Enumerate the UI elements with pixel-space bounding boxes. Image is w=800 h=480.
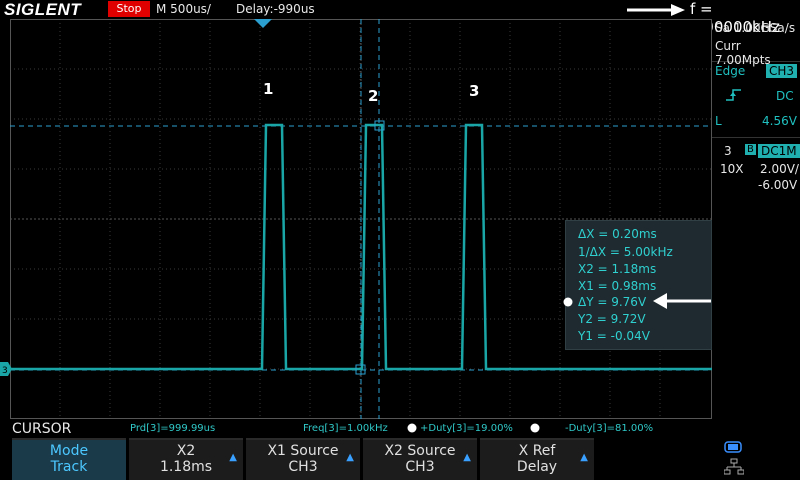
positive-duty-measurement: +Duty[3]=19.00% — [420, 423, 513, 434]
y1-value: Y1 = -0.04V — [578, 329, 650, 343]
dot-bullet-icon — [407, 423, 417, 433]
pulse-marker-3: 3 — [469, 82, 480, 100]
softkey-x2[interactable]: X2 1.18ms ▲ — [129, 438, 243, 480]
frequency-measurement: Freq[3]=1.00kHz — [303, 423, 388, 434]
trigger-panel[interactable]: Edge CH3 DC L 4.56V — [712, 62, 800, 138]
softkey-x-ref-label: X Ref — [518, 443, 556, 459]
network-icon — [724, 458, 744, 475]
run-state-badge[interactable]: Stop — [108, 1, 150, 17]
acquisition-panel[interactable]: Sa 1.00GSa/s Curr 7.00Mpts — [712, 19, 800, 67]
y2-value: Y2 = 9.72V — [578, 312, 646, 326]
probe-attenuation: 10X — [720, 162, 744, 176]
knob-arrow-icon: ▲ — [463, 452, 471, 463]
channel-number: 3 — [724, 144, 732, 158]
arrow-left-icon — [653, 293, 711, 309]
trigger-level-value: 4.56V — [762, 114, 797, 128]
negative-duty-measurement: -Duty[3]=81.00% — [565, 423, 654, 434]
softkey-x2-label: X2 — [176, 443, 196, 459]
x2-value: X2 = 1.18ms — [578, 262, 657, 276]
bandwidth-limit-icon: B — [745, 144, 756, 155]
inverse-delta-x: 1/ΔX = 5.00kHz — [578, 245, 673, 259]
arrow-right-icon — [627, 4, 685, 16]
knob-arrow-icon: ▲ — [580, 452, 588, 463]
softkey-mode[interactable]: Mode Track — [12, 438, 126, 480]
timebase-readout[interactable]: M 500us/ — [156, 2, 211, 16]
dot-marker-icon — [563, 297, 573, 307]
channel-coupling: DC1M — [758, 144, 800, 158]
trigger-source: CH3 — [766, 64, 798, 78]
rising-edge-icon — [726, 89, 741, 101]
softkey-mode-label: Mode — [49, 443, 89, 459]
usb-icon — [724, 441, 742, 453]
cursor-readout-box: ΔX = 0.20ms 1/ΔX = 5.00kHz X2 = 1.18ms X… — [565, 220, 712, 350]
menu-title: CURSOR — [12, 421, 72, 437]
softkey-x1-source-label: X1 Source — [267, 443, 339, 459]
pulse-marker-2: 2 — [368, 87, 379, 105]
waveform-display[interactable] — [10, 19, 712, 419]
softkey-x1-source[interactable]: X1 Source CH3 ▲ — [246, 438, 360, 480]
delta-y: ΔY = 9.76V — [578, 295, 647, 309]
ch3-ground-marker[interactable]: 3 — [0, 362, 12, 376]
softkey-x-ref[interactable]: X Ref Delay ▲ — [480, 438, 594, 480]
trigger-coupling: DC — [776, 89, 794, 103]
x1-value: X1 = 0.98ms — [578, 279, 657, 293]
brand-logo: SIGLENT — [4, 0, 82, 19]
trigger-type: Edge — [715, 64, 746, 78]
pulse-marker-1: 1 — [263, 80, 274, 98]
svg-text:3: 3 — [2, 366, 8, 376]
delay-readout[interactable]: Delay:-990us — [236, 2, 315, 16]
softkey-x2-value: 1.18ms — [159, 459, 213, 475]
softkey-x2-source[interactable]: X2 Source CH3 ▲ — [363, 438, 477, 480]
dot-bullet-icon — [530, 423, 540, 433]
softkey-x-ref-value: Delay — [516, 459, 558, 475]
delta-x: ΔX = 0.20ms — [578, 227, 657, 241]
channel3-panel[interactable]: 3 B DC1M 10X 2.00V/ -6.00V — [712, 141, 800, 196]
sample-rate: Sa 1.00GSa/s — [715, 21, 796, 35]
period-measurement: Prd[3]=999.99us — [130, 423, 216, 434]
knob-arrow-icon: ▲ — [229, 452, 237, 463]
trigger-level-label: L — [715, 114, 722, 128]
knob-arrow-icon: ▲ — [346, 452, 354, 463]
softkey-x1-source-value: CH3 — [288, 459, 318, 475]
softkey-x2-source-label: X2 Source — [384, 443, 456, 459]
softkey-x2-source-value: CH3 — [405, 459, 435, 475]
softkey-mode-value: Track — [50, 459, 88, 475]
vertical-scale: 2.00V/ — [760, 162, 799, 176]
vertical-offset: -6.00V — [758, 178, 798, 192]
